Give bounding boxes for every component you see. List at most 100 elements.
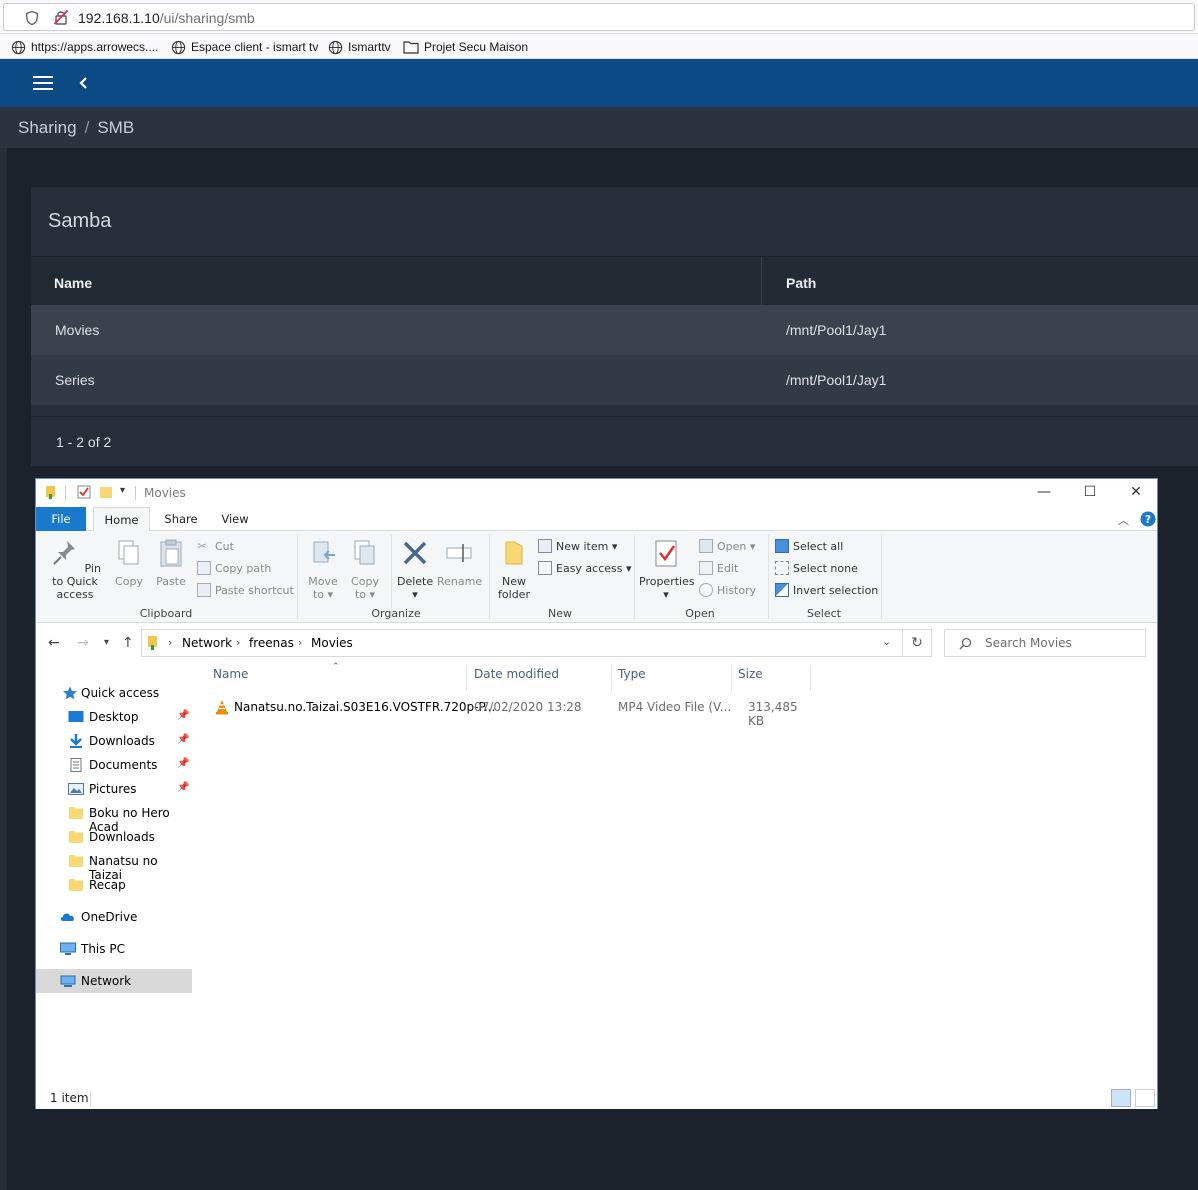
open-icon [699, 539, 713, 553]
address-movies[interactable]: Movies [311, 636, 353, 650]
nav-boku-no-hero[interactable]: Boku no Hero Acad [36, 801, 192, 834]
shield-icon[interactable] [26, 11, 38, 25]
paste-shortcut-button[interactable]: Paste shortcut [197, 581, 294, 599]
new-item-button[interactable]: New item ▾ [538, 537, 617, 555]
move-to-button[interactable]: Move to ▾ [304, 537, 342, 601]
new-folder-icon[interactable] [99, 485, 113, 499]
pin-icon[interactable]: 📌 [177, 782, 189, 793]
pin-icon[interactable]: 📌 [177, 758, 189, 769]
share-path: /mnt/Pool1/Jay1 [786, 322, 887, 338]
minimize-button[interactable]: — [1021, 479, 1067, 507]
nav-quick-access[interactable]: Quick access [36, 681, 192, 705]
properties-check-icon[interactable] [77, 485, 91, 499]
large-icons-view-icon[interactable] [1135, 1089, 1155, 1107]
table-row[interactable]: Movies /mnt/Pool1/Jay1 [31, 305, 1198, 355]
bookmark-arrowecs[interactable]: https://apps.arrowecs.... [11, 39, 158, 55]
customize-dropdown-icon[interactable]: ▾ [120, 485, 125, 496]
search-box[interactable]: Search Movies [944, 629, 1146, 657]
new-item-label: New item ▾ [556, 539, 618, 553]
nav-network[interactable]: Network [36, 969, 192, 993]
column-date-modified[interactable]: Date modified [474, 667, 559, 691]
details-view-icon[interactable] [1111, 1089, 1131, 1107]
address-freenas[interactable]: freenas [249, 636, 294, 650]
url-text[interactable]: 192.168.1.10/ui/sharing/smb [78, 10, 255, 26]
copy-button[interactable]: Copy [112, 537, 146, 588]
column-divider[interactable] [466, 665, 467, 691]
breadcrumb-chevron-icon: › [168, 636, 173, 649]
open-button[interactable]: Open ▾ [699, 537, 755, 555]
cut-button[interactable]: ✂ Cut [197, 537, 234, 555]
maximize-button[interactable]: ☐ [1067, 479, 1113, 507]
back-arrow-icon[interactable]: ← [48, 635, 60, 651]
copy-to-button[interactable]: Copy to ▾ [346, 537, 384, 601]
menu-icon[interactable] [33, 76, 53, 90]
properties-button[interactable]: Properties ▾ [639, 537, 695, 601]
bookmark-folder-projet[interactable]: Projet Secu Maison [403, 39, 528, 55]
tab-share[interactable]: Share [158, 507, 204, 531]
file-row[interactable]: Nanatsu.no.Taizai.S03E16.VOSTFR.720p-P..… [210, 697, 810, 728]
pin-icon[interactable]: 📌 [177, 734, 189, 745]
chevron-left-icon[interactable] [77, 75, 91, 91]
pin-quick-access-button[interactable]: Pin to Quick access [42, 537, 108, 601]
copy-path-button[interactable]: Copy path [197, 559, 271, 577]
tab-home[interactable]: Home [93, 507, 150, 532]
nav-this-pc[interactable]: This PC [36, 937, 192, 961]
invert-selection-button[interactable]: Invert selection [775, 581, 878, 599]
nav-downloads-folder[interactable]: Downloads [36, 825, 192, 849]
delete-x-icon [403, 541, 427, 565]
url-bar[interactable]: 192.168.1.10/ui/sharing/smb [3, 3, 1195, 31]
paste-button[interactable]: Paste [154, 537, 188, 588]
new-folder-button[interactable]: New folder [495, 537, 533, 601]
edit-label: Edit [717, 561, 739, 575]
bookmark-ismarttv[interactable]: Ismarttv [328, 39, 391, 55]
collapse-ribbon-icon[interactable]: ︿ [1118, 512, 1129, 528]
address-bar[interactable]: › Network › freenas › Movies [141, 629, 903, 657]
bookmark-espace-client[interactable]: Espace client - ismart tv [171, 39, 318, 55]
column-type[interactable]: Type [618, 667, 646, 691]
address-network[interactable]: Network [182, 636, 232, 650]
recent-locations-icon[interactable]: ▾ [104, 637, 109, 648]
forward-arrow-icon[interactable]: → [77, 635, 89, 651]
tab-view[interactable]: View [214, 507, 256, 531]
pin-icon[interactable]: 📌 [177, 710, 189, 721]
column-divider[interactable] [611, 665, 612, 691]
rename-button[interactable]: Rename [437, 537, 483, 588]
nav-onedrive[interactable]: OneDrive [36, 905, 192, 929]
close-button[interactable]: ✕ [1113, 479, 1159, 507]
navigation-bar: ← → ▾ ↑ › Network › freenas › Movies ⌄ ↻… [36, 627, 1157, 661]
select-all-button[interactable]: Select all [775, 537, 843, 555]
edit-button[interactable]: Edit [699, 559, 738, 577]
column-divider[interactable] [731, 665, 732, 691]
address-dropdown-icon[interactable]: ⌄ [882, 635, 891, 648]
nav-recap[interactable]: Recap [36, 873, 192, 897]
nav-nanatsu[interactable]: Nanatsu no Taizai [36, 849, 192, 882]
download-arrow-icon [70, 734, 82, 748]
share-name: Series [55, 372, 95, 388]
insecure-lock-icon[interactable] [53, 9, 69, 25]
up-arrow-icon[interactable]: ↑ [122, 635, 134, 651]
nav-documents[interactable]: Documents 📌 [36, 753, 192, 777]
help-icon[interactable]: ? [1140, 511, 1156, 527]
file-type: MP4 Video File (V... [618, 700, 732, 714]
column-divider[interactable] [810, 665, 811, 691]
easy-access-button[interactable]: Easy access ▾ [538, 559, 632, 577]
page-edge [0, 148, 7, 1190]
tab-file[interactable]: File [36, 507, 86, 531]
history-button[interactable]: History [699, 581, 756, 599]
select-none-button[interactable]: Select none [775, 559, 858, 577]
nav-desktop[interactable]: Desktop 📌 [36, 705, 192, 729]
column-path[interactable]: Path [786, 275, 816, 291]
table-row[interactable]: Series /mnt/Pool1/Jay1 [31, 355, 1198, 405]
column-size[interactable]: Size [738, 667, 763, 691]
delete-button[interactable]: Delete ▾ [397, 537, 433, 601]
column-name[interactable]: Name [54, 275, 92, 291]
copy-path-label: Copy path [215, 561, 272, 575]
easy-access-icon [538, 561, 552, 575]
bookmark-label: Projet Secu Maison [424, 40, 529, 54]
rename-label: Rename [437, 575, 483, 588]
refresh-icon[interactable]: ↻ [902, 629, 932, 657]
nav-pictures[interactable]: Pictures 📌 [36, 777, 192, 801]
column-name[interactable]: Name [213, 667, 248, 691]
nav-downloads-pinned[interactable]: Downloads 📌 [36, 729, 192, 753]
breadcrumb-sharing[interactable]: Sharing [18, 118, 77, 137]
